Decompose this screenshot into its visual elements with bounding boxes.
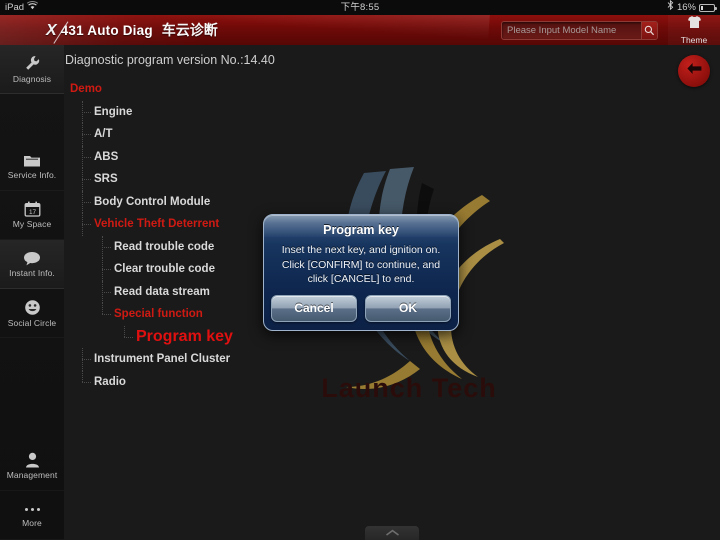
wifi-icon: [27, 0, 39, 15]
left-sidebar: Diagnosis Service Info. 17 My Space Inst…: [0, 45, 65, 540]
main-content: Diagnostic program version No.:14.40 Lau…: [64, 45, 720, 540]
chevron-up-icon: [385, 524, 400, 540]
tree-item-label: Read trouble code: [114, 240, 215, 253]
theme-button[interactable]: Theme: [668, 15, 720, 45]
tree-item-at[interactable]: A/T: [64, 123, 484, 146]
wrench-icon: [24, 55, 41, 72]
bottom-toolbar-toggle[interactable]: [365, 526, 419, 540]
sidebar-item-label: Service Info.: [7, 169, 57, 180]
app-brand: X 431 Auto Diag 车云诊断: [0, 20, 218, 40]
x431-logo-icon: X: [46, 22, 57, 39]
tree-item-label: Engine: [94, 105, 133, 118]
sidebar-item-more[interactable]: More: [0, 491, 64, 540]
program-key-dialog: Program key Inset the next key, and igni…: [263, 214, 459, 331]
sidebar-item-label: Social Circle: [7, 317, 57, 328]
app-root: iPad 下午8:55 16% X 431 Auto Diag 车云诊断 Ple…: [0, 0, 720, 540]
tree-item-instrument-panel-cluster[interactable]: Instrument Panel Cluster: [64, 348, 484, 371]
header-right-group: Theme: [501, 15, 720, 45]
sidebar-bottom-group: Management More: [0, 442, 64, 540]
tree-item-label: ABS: [94, 150, 119, 163]
tree-item-label: Special function: [114, 308, 203, 321]
carrier-label: iPad: [5, 2, 25, 13]
search-button[interactable]: [641, 21, 657, 39]
dialog-title: Program key: [323, 223, 399, 237]
chat-bubble-icon: [23, 251, 41, 266]
battery-percent-label: 16%: [676, 2, 696, 13]
arrow-left-icon: [686, 62, 703, 80]
app-header: X 431 Auto Diag 车云诊断 Please Input Model …: [0, 15, 720, 46]
sidebar-item-service-info[interactable]: Service Info.: [0, 142, 64, 191]
person-icon: [25, 452, 40, 468]
sidebar-item-label: More: [22, 518, 42, 528]
sidebar-item-label: Diagnosis: [12, 73, 52, 84]
tshirt-icon: [687, 15, 702, 34]
calendar-icon: 17: [24, 201, 41, 217]
status-bar-left: iPad: [0, 0, 239, 15]
tree-item-body-control-module[interactable]: Body Control Module: [64, 190, 484, 214]
tree-item-label: Body Control Module: [94, 195, 211, 208]
cancel-button[interactable]: Cancel: [271, 294, 357, 322]
tree-item-label: Read data stream: [114, 285, 210, 298]
status-bar-right: 16%: [481, 0, 720, 15]
tree-item-engine[interactable]: Engine: [64, 100, 484, 124]
ellipsis-icon: [24, 502, 40, 516]
tree-item-label: Demo: [70, 83, 102, 96]
tree-item-label: Instrument Panel Cluster: [94, 353, 231, 366]
sidebar-item-my-space[interactable]: 17 My Space: [0, 191, 64, 240]
folder-icon: [23, 153, 41, 168]
tree-item-abs[interactable]: ABS: [64, 145, 484, 169]
tree-item-srs[interactable]: SRS: [64, 168, 484, 191]
tree-item-label: Clear trouble code: [114, 263, 215, 276]
ios-status-bar: iPad 下午8:55 16%: [0, 0, 720, 15]
tree-item-radio[interactable]: Radio: [64, 370, 484, 394]
app-title-cn: 车云诊断: [161, 22, 218, 38]
search-input[interactable]: [502, 23, 641, 37]
sidebar-item-label: My Space: [12, 219, 52, 229]
theme-label: Theme: [680, 35, 708, 45]
diagnostic-version-label: Diagnostic program version No.:14.40: [65, 53, 275, 67]
ok-button[interactable]: OK: [365, 294, 451, 322]
sidebar-item-label: Instant Info.: [9, 267, 55, 278]
tree-item-label: Radio: [94, 375, 126, 388]
tree-item-label: SRS: [94, 173, 118, 186]
sidebar-item-social-circle[interactable]: Social Circle: [0, 289, 64, 338]
tree-item-demo[interactable]: Demo: [64, 78, 484, 101]
sidebar-item-label: Management: [6, 470, 58, 480]
bluetooth-icon: [667, 0, 674, 15]
svg-text:17: 17: [28, 209, 36, 216]
status-bar-clock: 下午8:55: [340, 2, 380, 13]
dialog-message: Inset the next key, and ignition on. Cli…: [281, 244, 441, 285]
smiley-icon: [24, 299, 41, 316]
sidebar-item-management[interactable]: Management: [0, 442, 64, 491]
search-icon: [644, 25, 655, 36]
tree-item-label: Program key: [136, 327, 233, 345]
sidebar-item-instant-info[interactable]: Instant Info.: [0, 240, 64, 289]
tree-item-label: A/T: [94, 128, 113, 141]
dialog-button-row: Cancel OK: [271, 294, 451, 322]
model-search-box[interactable]: [501, 20, 658, 40]
app-title: 431 Auto Diag: [60, 23, 153, 38]
battery-icon: [699, 3, 717, 12]
tree-item-label: Vehicle Theft Deterrent: [94, 218, 220, 231]
sidebar-item-diagnosis[interactable]: Diagnosis: [0, 45, 64, 94]
back-button[interactable]: [678, 55, 710, 87]
